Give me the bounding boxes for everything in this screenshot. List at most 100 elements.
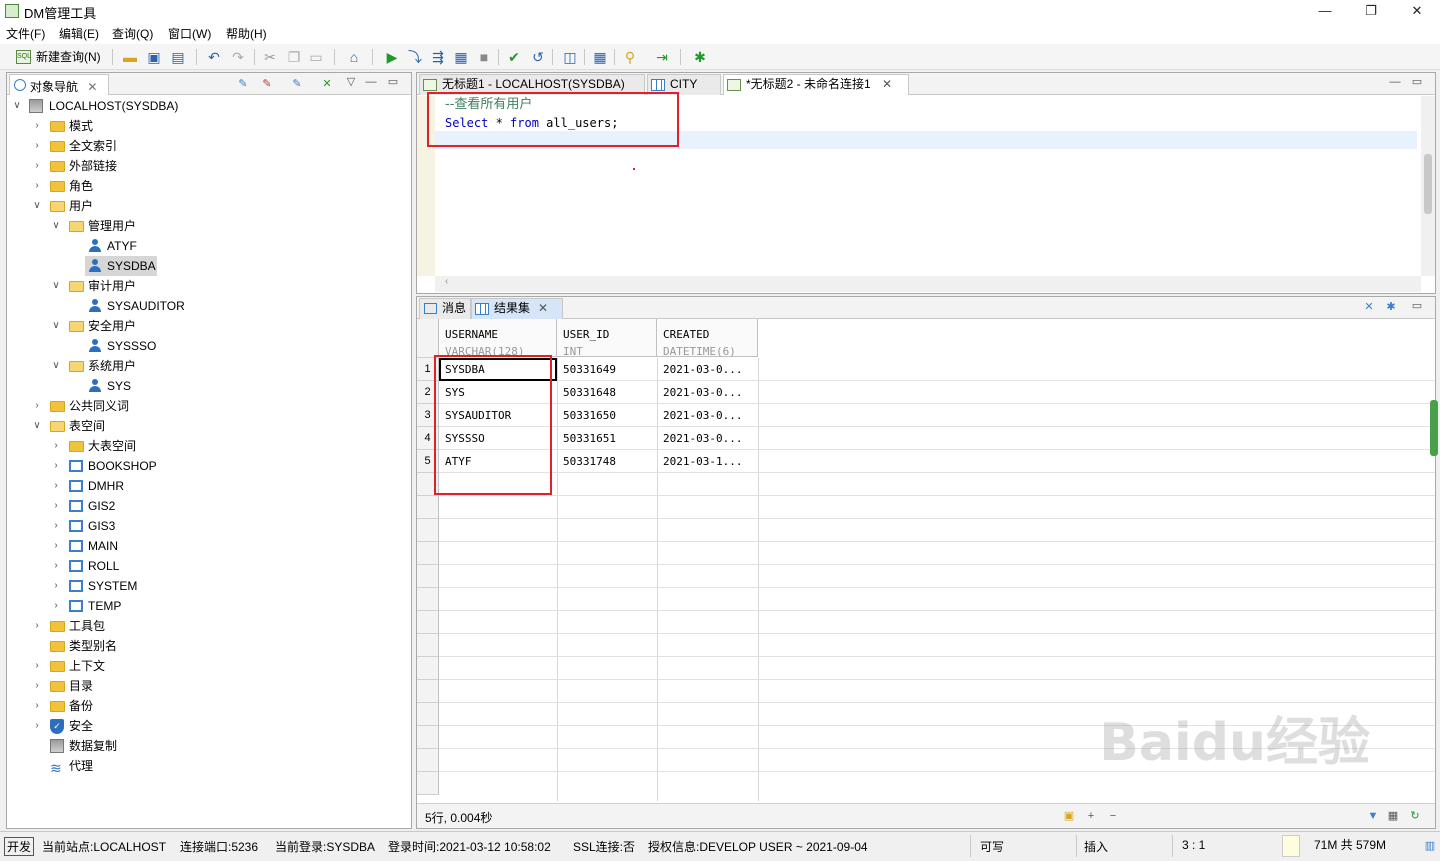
chevron-down-icon[interactable]: ∨	[31, 196, 43, 216]
scroll-thumb[interactable]	[1424, 154, 1432, 214]
chevron-right-icon[interactable]: ›	[31, 136, 43, 156]
calendar-icon[interactable]: ▦	[590, 47, 610, 67]
chevron-right-icon[interactable]: ›	[31, 696, 43, 716]
add-row-icon[interactable]: +	[1085, 810, 1097, 822]
grid-view-icon[interactable]: ▦	[1387, 810, 1399, 822]
chevron-right-icon[interactable]: ›	[31, 116, 43, 136]
chevron-right-icon[interactable]: ›	[50, 536, 62, 556]
chevron-down-icon[interactable]: ∨	[50, 356, 62, 376]
view-menu-icon[interactable]: ▽	[345, 76, 357, 88]
chevron-down-icon[interactable]: ∨	[50, 276, 62, 296]
chevron-down-icon[interactable]: ∨	[11, 96, 23, 116]
column-header-created[interactable]: CREATED DATETIME(6)	[657, 319, 758, 358]
chevron-right-icon[interactable]: ›	[50, 516, 62, 536]
find-icon[interactable]: ⚲	[620, 47, 640, 67]
chevron-right-icon[interactable]: ›	[31, 676, 43, 696]
scroll-left-icon[interactable]: ‹	[445, 276, 448, 287]
tree-node-sysdba[interactable]: SYSDBA	[85, 256, 157, 276]
redo-icon[interactable]: ↷	[228, 47, 248, 67]
close-icon[interactable]: ✕	[882, 75, 892, 94]
disconnect-icon[interactable]: ✎	[261, 78, 273, 90]
cell-user-id[interactable]: 50331650	[563, 404, 655, 427]
debug-run-icon[interactable]: ⇥	[652, 47, 672, 67]
paste-icon[interactable]: ▭	[306, 47, 326, 67]
expand-all-icon[interactable]: ✕	[321, 78, 333, 90]
tab-result-set[interactable]: 结果集 ✕	[471, 298, 563, 319]
stop-icon[interactable]: ■	[474, 47, 494, 67]
chevron-right-icon[interactable]: ›	[31, 176, 43, 196]
chevron-right-icon[interactable]: ›	[50, 596, 62, 616]
tab-messages[interactable]: 消息	[419, 298, 471, 319]
chevron-right-icon[interactable]: ›	[31, 656, 43, 676]
script-icon[interactable]: ▦	[451, 47, 471, 67]
commit-icon[interactable]: ✔	[504, 47, 524, 67]
chevron-right-icon[interactable]: ›	[31, 156, 43, 176]
restore-button[interactable]: ❐	[1348, 0, 1394, 22]
cell-created[interactable]: 2021-03-0...	[663, 358, 757, 381]
cell-created[interactable]: 2021-03-1...	[663, 450, 757, 473]
chevron-right-icon[interactable]: ›	[50, 456, 62, 476]
open-folder-icon[interactable]: ▬	[120, 47, 140, 67]
chevron-right-icon[interactable]: ›	[50, 556, 62, 576]
chevron-right-icon[interactable]: ›	[31, 616, 43, 636]
bug-icon[interactable]: ✱	[690, 47, 710, 67]
pin-icon[interactable]: ✱	[1385, 301, 1397, 313]
undo-icon[interactable]: ↶	[204, 47, 224, 67]
cut-icon[interactable]: ✂	[260, 47, 280, 67]
trash-icon[interactable]: ▥	[1424, 840, 1436, 852]
save-icon[interactable]: ▣	[144, 47, 164, 67]
cell-user-id[interactable]: 50331649	[563, 358, 655, 381]
maximize-icon[interactable]: ▭	[1411, 300, 1423, 312]
cell-user-id[interactable]: 50331651	[563, 427, 655, 450]
chevron-right-icon[interactable]: ›	[50, 576, 62, 596]
chevron-down-icon[interactable]: ∨	[50, 316, 62, 336]
new-query-button[interactable]: SQL 新建查询(N)	[16, 47, 101, 67]
chevron-right-icon[interactable]: ›	[31, 396, 43, 416]
query-plan-icon[interactable]: ◫	[560, 47, 580, 67]
side-scroll-indicator[interactable]	[1430, 400, 1438, 456]
column-header-username[interactable]: USERNAME VARCHAR(128)	[439, 319, 557, 358]
chevron-down-icon[interactable]: ∨	[50, 216, 62, 236]
refresh-icon[interactable]: ↻	[1409, 810, 1421, 822]
menu-window[interactable]: 窗口(W)	[168, 25, 211, 42]
menu-edit[interactable]: 编辑(E)	[59, 25, 99, 42]
column-header-user-id[interactable]: USER_ID INT	[557, 319, 657, 358]
cell-user-id[interactable]: 50331648	[563, 381, 655, 404]
lock-icon[interactable]: ▣	[1063, 810, 1075, 822]
run-step-icon[interactable]: ⤵	[405, 47, 425, 67]
collapse-icon[interactable]: ✕	[1363, 301, 1375, 313]
cell-created[interactable]: 2021-03-0...	[663, 381, 757, 404]
menu-file[interactable]: 文件(F)	[6, 25, 45, 42]
maximize-icon[interactable]: ▭	[1411, 76, 1423, 88]
home-icon[interactable]: ⌂	[344, 47, 364, 67]
chevron-down-icon[interactable]: ∨	[31, 416, 43, 436]
minimize-button[interactable]: —	[1302, 0, 1348, 22]
filter-icon[interactable]: ✎	[237, 78, 249, 90]
minimize-icon[interactable]: —	[365, 76, 377, 88]
tab-untitled2[interactable]: *无标题2 - 未命名连接1 ✕	[723, 74, 909, 95]
editor-horizontal-scrollbar[interactable]: ‹	[435, 276, 1421, 292]
minimize-icon[interactable]: —	[1389, 76, 1401, 88]
delete-row-icon[interactable]: −	[1107, 810, 1119, 822]
edit-icon[interactable]: ✎	[291, 78, 303, 90]
menu-help[interactable]: 帮助(H)	[226, 25, 267, 42]
filter-icon[interactable]: ▼	[1367, 810, 1379, 822]
chevron-right-icon[interactable]: ›	[50, 436, 62, 456]
save-all-icon[interactable]: ▤	[168, 47, 188, 67]
run-icon[interactable]: ▶	[382, 47, 402, 67]
menu-query[interactable]: 查询(Q)	[112, 25, 153, 42]
chevron-right-icon[interactable]: ›	[31, 716, 43, 736]
chevron-right-icon[interactable]: ›	[50, 476, 62, 496]
cell-created[interactable]: 2021-03-0...	[663, 427, 757, 450]
cell-created[interactable]: 2021-03-0...	[663, 404, 757, 427]
editor-vertical-scrollbar[interactable]	[1421, 96, 1435, 276]
explain-icon[interactable]: ⇶	[428, 47, 448, 67]
rollback-icon[interactable]: ↺	[528, 47, 548, 67]
tab-object-navigator[interactable]: 对象导航 ✕	[9, 74, 109, 95]
maximize-icon[interactable]: ▭	[387, 76, 399, 88]
copy-icon[interactable]: ❐	[284, 47, 304, 67]
close-button[interactable]: ✕	[1394, 0, 1440, 22]
chevron-right-icon[interactable]: ›	[50, 496, 62, 516]
close-icon[interactable]: ✕	[538, 299, 548, 318]
close-icon[interactable]: ✕	[87, 80, 97, 94]
